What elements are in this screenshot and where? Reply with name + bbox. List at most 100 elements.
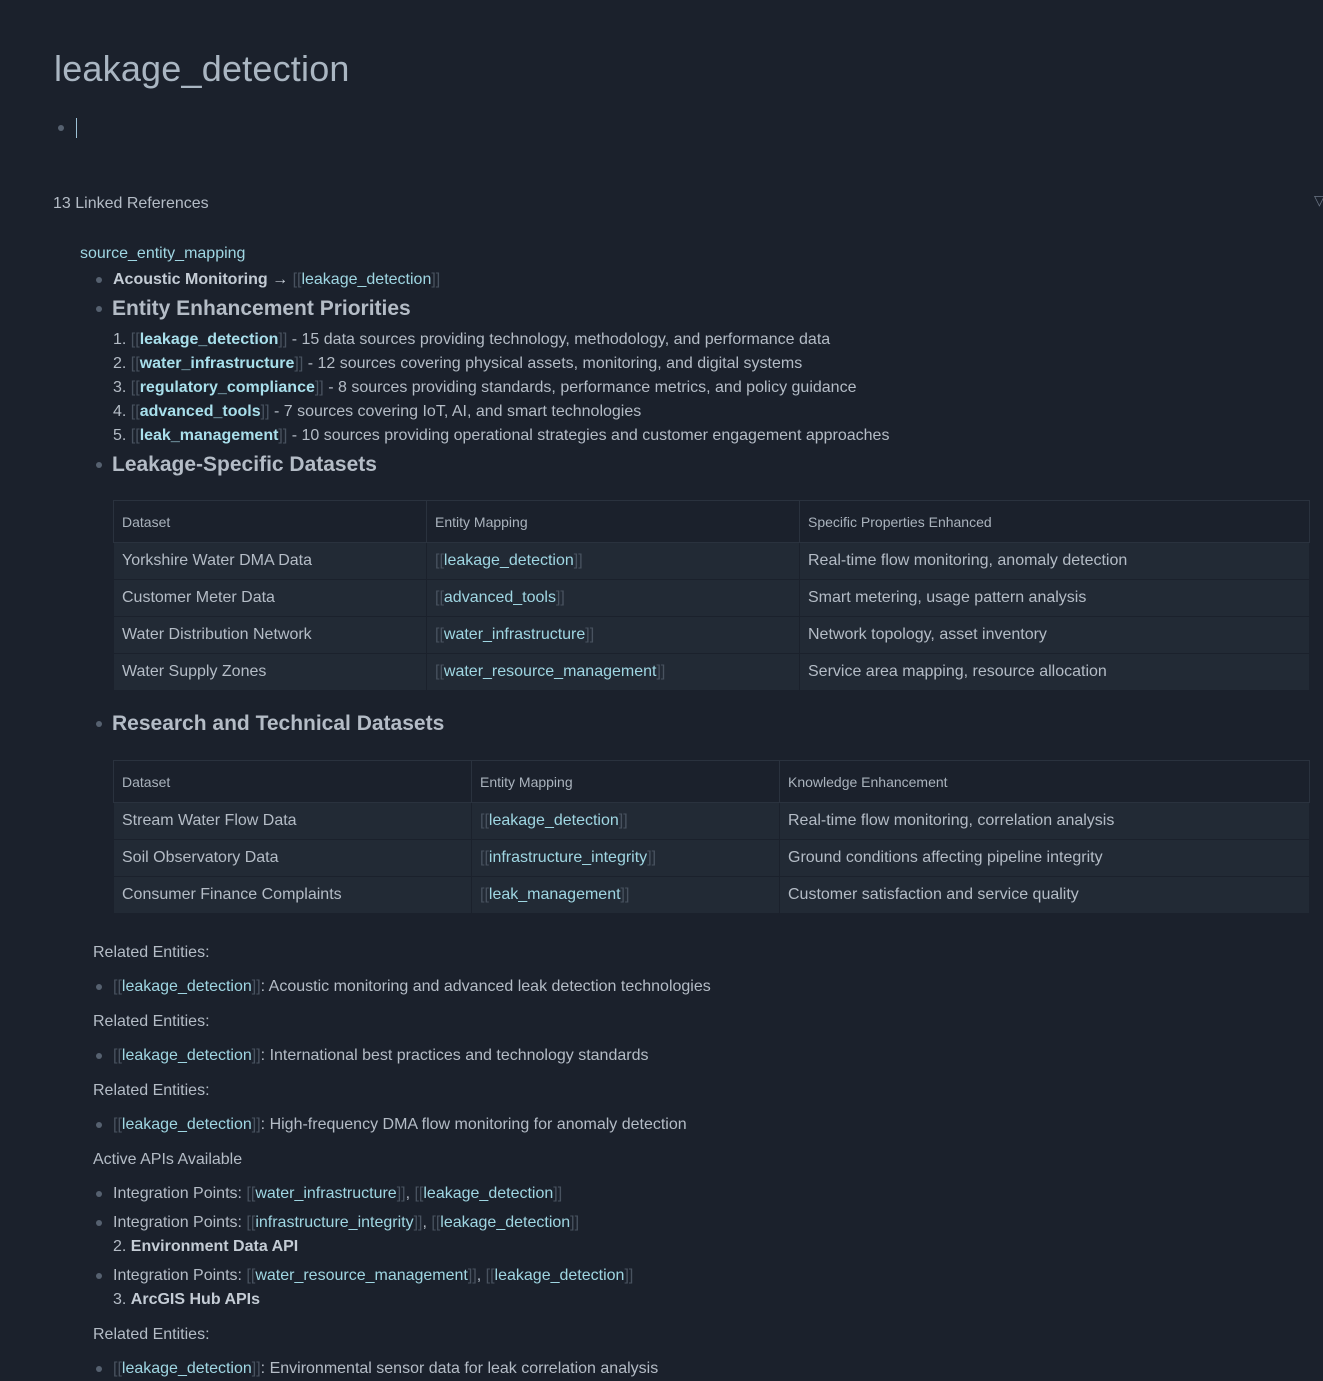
bracket-open: [[ xyxy=(480,886,489,903)
block-bullet[interactable] xyxy=(96,1053,102,1059)
text-cursor xyxy=(76,118,77,138)
page-link[interactable]: leakage_detection xyxy=(440,1214,570,1231)
bracket-open: [[ xyxy=(480,849,489,866)
priority-text: - 7 sources covering IoT, AI, and smart … xyxy=(269,403,642,420)
related-entity-item: [[leakage_detection]]: High-frequency DM… xyxy=(113,1115,687,1135)
bracket-open: [[ xyxy=(246,1267,256,1284)
reference-source-page[interactable]: source_entity_mapping xyxy=(80,245,245,263)
dataset-cell: Water Supply Zones xyxy=(113,653,427,691)
page-link[interactable]: leakage_detection xyxy=(301,271,431,288)
page-link[interactable]: leakage_detection xyxy=(122,1360,252,1377)
bracket-close: ]] xyxy=(251,1047,261,1064)
dataset-cell: Water Distribution Network xyxy=(113,616,427,654)
related-entities-label: Related Entities: xyxy=(93,944,210,961)
empty-block[interactable] xyxy=(58,118,77,138)
table-header-row: Dataset Entity Mapping Knowledge Enhance… xyxy=(113,760,1310,803)
block-bullet[interactable] xyxy=(96,462,102,468)
dataset-cell: Soil Observatory Data xyxy=(113,839,472,877)
column-header: Dataset xyxy=(113,500,427,543)
bracket-close: ]] xyxy=(278,331,288,348)
dataset-cell: Customer Meter Data xyxy=(113,579,427,617)
entity-cell: [[advanced_tools]] xyxy=(426,579,800,617)
table-row: Stream Water Flow Data [[leakage_detecti… xyxy=(113,802,1310,840)
description-cell: Real-time flow monitoring, correlation a… xyxy=(779,802,1310,840)
priority-text: - 12 sources covering physical assets, m… xyxy=(303,355,803,372)
related-entity-item: [[leakage_detection]]: Acoustic monitori… xyxy=(113,977,711,997)
page-link[interactable]: leakage_detection xyxy=(122,1116,252,1133)
filter-icon[interactable]: ▽ xyxy=(1314,193,1323,207)
page-link[interactable]: leakage_detection xyxy=(489,812,619,829)
bracket-close: ]] xyxy=(553,1185,563,1202)
description-cell: Service area mapping, resource allocatio… xyxy=(799,653,1310,691)
bracket-close: ]] xyxy=(585,626,595,643)
entity-cell: [[infrastructure_integrity]] xyxy=(471,839,780,877)
bracket-open: [[ xyxy=(113,1116,122,1133)
dataset-cell: Stream Water Flow Data xyxy=(113,802,472,840)
block-bullet[interactable] xyxy=(96,1366,102,1372)
column-header: Specific Properties Enhanced xyxy=(799,500,1310,543)
bracket-close: ]] xyxy=(396,1185,406,1202)
page-link[interactable]: leakage_detection xyxy=(444,552,574,569)
block-bullet[interactable] xyxy=(96,1122,102,1128)
active-apis-label: Active APIs Available xyxy=(93,1151,243,1168)
priority-item: 4. [[advanced_tools]] - 7 sources coveri… xyxy=(113,402,641,422)
block-bullet[interactable] xyxy=(96,306,102,312)
list-number: 3. xyxy=(113,379,127,396)
api-title: Environment Data API xyxy=(130,1238,299,1255)
linked-references-count[interactable]: 13 Linked References xyxy=(53,195,209,213)
page-link[interactable]: water_infrastructure xyxy=(444,626,585,643)
table-row: Yorkshire Water DMA Data [[leakage_detec… xyxy=(113,542,1310,580)
page-link[interactable]: infrastructure_integrity xyxy=(255,1214,413,1231)
page-link[interactable]: leakage_detection xyxy=(140,331,279,348)
block-bullet[interactable] xyxy=(96,1191,102,1197)
page-link[interactable]: leak_management xyxy=(489,886,621,903)
priority-item: 2. [[water_infrastructure]] - 12 sources… xyxy=(113,354,802,374)
page-link[interactable]: advanced_tools xyxy=(140,403,261,420)
list-number: 2. xyxy=(113,1238,127,1255)
block-bullet[interactable] xyxy=(96,984,102,990)
related-entities-label: Related Entities: xyxy=(93,1082,210,1099)
page-link[interactable]: water_resource_management xyxy=(444,663,657,680)
bracket-open: [[ xyxy=(435,589,444,606)
priority-item: 5. [[leak_management]] - 10 sources prov… xyxy=(113,426,889,446)
page-link[interactable]: leakage_detection xyxy=(122,1047,252,1064)
related-entity-text: : Environmental sensor data for leak cor… xyxy=(260,1360,659,1377)
page-link[interactable]: leakage_detection xyxy=(423,1185,553,1202)
block-bullet[interactable] xyxy=(96,721,102,727)
entity-cell: [[leakage_detection]] xyxy=(426,542,800,580)
bracket-open: [[ xyxy=(485,1267,495,1284)
page-link[interactable]: regulatory_compliance xyxy=(140,379,315,396)
bracket-close: ]] xyxy=(618,812,628,829)
related-entity-item: [[leakage_detection]]: International bes… xyxy=(113,1046,648,1066)
bracket-open: [[ xyxy=(130,355,140,372)
page-link[interactable]: water_infrastructure xyxy=(140,355,295,372)
block-bullet[interactable] xyxy=(96,277,102,283)
api-subitem: 2. Environment Data API xyxy=(113,1237,298,1257)
block-bullet[interactable] xyxy=(96,1220,102,1226)
page-link[interactable]: water_resource_management xyxy=(255,1267,468,1284)
research-datasets-heading: Research and Technical Datasets xyxy=(112,712,445,735)
description-cell: Real-time flow monitoring, anomaly detec… xyxy=(799,542,1310,580)
related-entity-text: : High-frequency DMA flow monitoring for… xyxy=(260,1116,687,1133)
description-cell: Smart metering, usage pattern analysis xyxy=(799,579,1310,617)
entity-cell: [[water_infrastructure]] xyxy=(426,616,800,654)
block-bullet[interactable] xyxy=(58,125,64,131)
integration-points-item: Integration Points: [[infrastructure_int… xyxy=(113,1213,579,1233)
column-header: Entity Mapping xyxy=(426,500,800,543)
page-link[interactable]: water_infrastructure xyxy=(255,1185,396,1202)
bracket-open: [[ xyxy=(130,403,140,420)
entity-cell: [[leakage_detection]] xyxy=(471,802,780,840)
arrow-icon: → xyxy=(272,271,289,288)
bracket-close: ]] xyxy=(251,1116,261,1133)
list-number: 3. xyxy=(113,1291,127,1308)
column-header: Entity Mapping xyxy=(471,760,780,803)
page-link[interactable]: leakage_detection xyxy=(122,978,252,995)
page-link[interactable]: leakage_detection xyxy=(495,1267,625,1284)
bracket-close: ]] xyxy=(467,1267,477,1284)
page-link[interactable]: leak_management xyxy=(140,427,279,444)
table-header-row: Dataset Entity Mapping Specific Properti… xyxy=(113,500,1310,543)
page-link[interactable]: infrastructure_integrity xyxy=(489,849,647,866)
block-bullet[interactable] xyxy=(96,1273,102,1279)
description-cell: Network topology, asset inventory xyxy=(799,616,1310,654)
page-link[interactable]: advanced_tools xyxy=(444,589,556,606)
